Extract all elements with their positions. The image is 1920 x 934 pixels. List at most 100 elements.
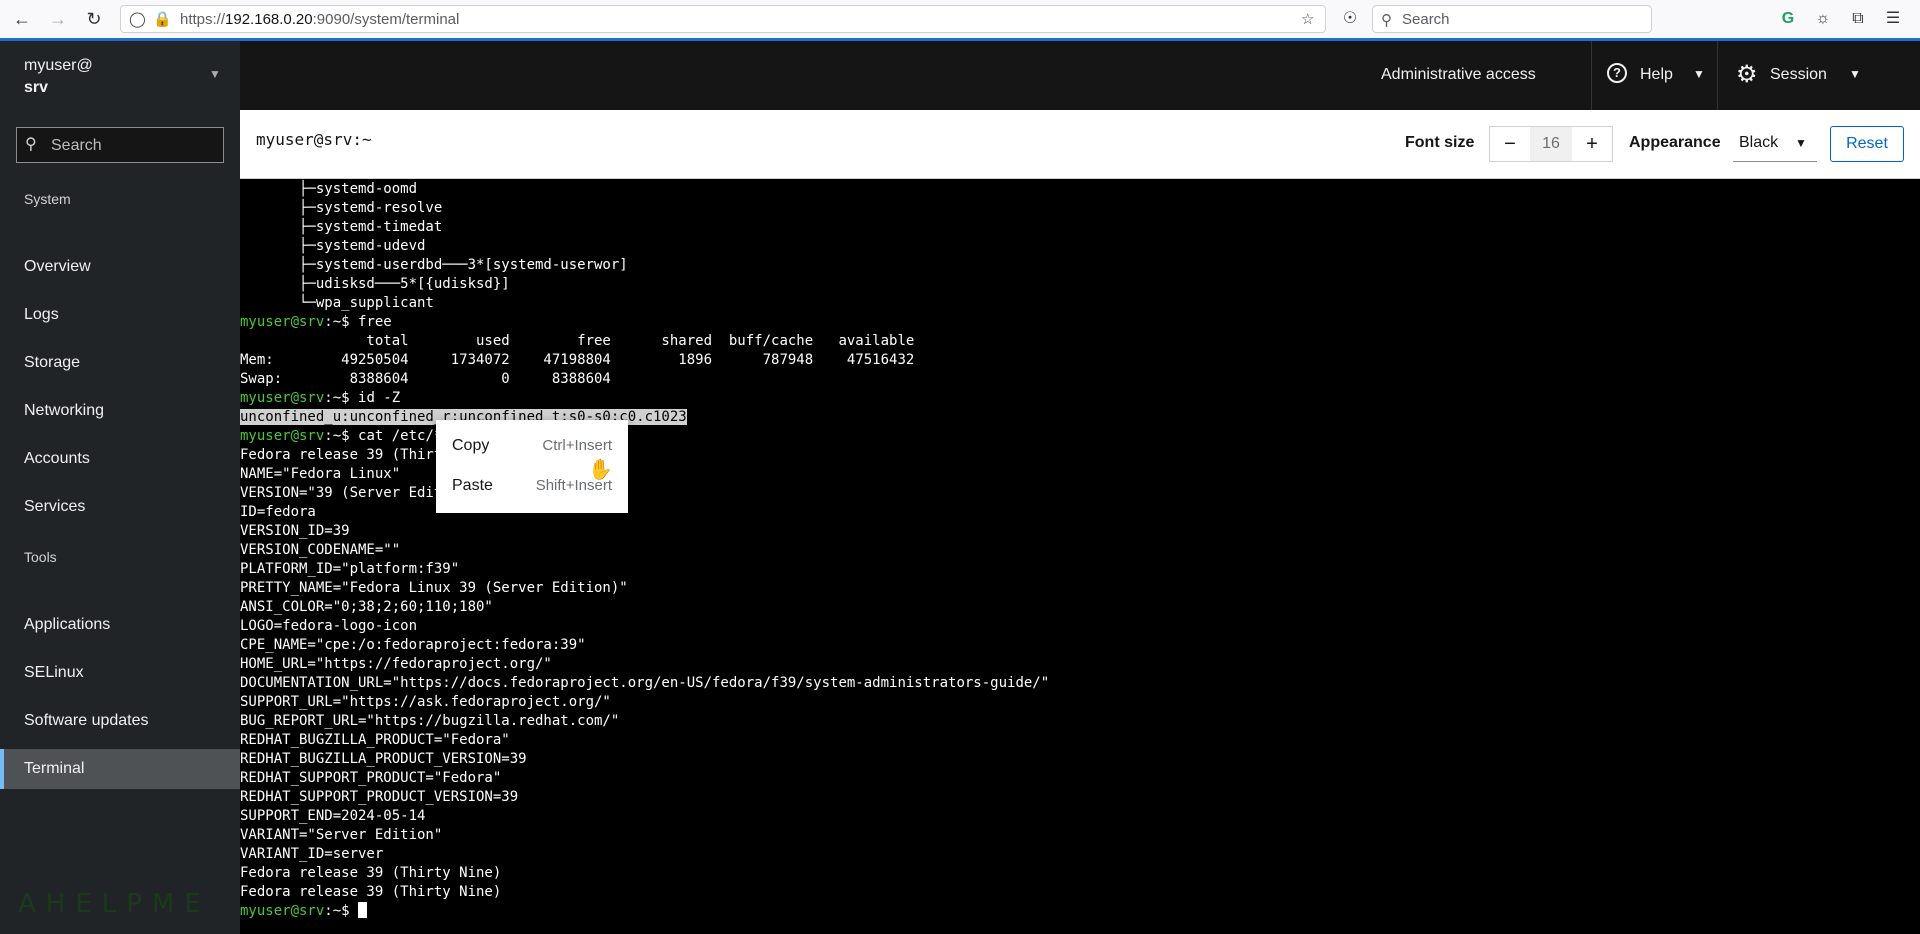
- output-text: Mem: 49250504 1734072 47198804 1896 7879…: [240, 352, 915, 368]
- section-tools: Tools: [24, 549, 57, 565]
- sidebar-item-applications[interactable]: Applications: [0, 605, 240, 645]
- sidebar-item-overview[interactable]: Overview: [0, 247, 240, 287]
- terminal-line: VARIANT="Server Edition": [240, 826, 442, 845]
- administrative-access-button[interactable]: Administrative access: [1381, 66, 1536, 84]
- host-switcher[interactable]: myuser@ srv: [24, 55, 93, 99]
- masthead: Administrative access ? Help ▼ ⚙ Session…: [240, 41, 1920, 110]
- grammarly-icon[interactable]: G: [1778, 9, 1798, 29]
- host-name: srv: [24, 79, 49, 96]
- output-text: Swap: 8388604 0 8388604: [240, 371, 611, 387]
- help-icon: ?: [1607, 63, 1627, 83]
- terminal-line: LOGO=fedora-logo-icon: [240, 617, 417, 636]
- sidebar-item-logs[interactable]: Logs: [0, 295, 240, 335]
- output-text: BUG_REPORT_URL="https://bugzilla.redhat.…: [240, 713, 620, 729]
- extensions-puzzle-icon[interactable]: ⧉: [1848, 9, 1868, 29]
- appearance-select[interactable]: Black ▼: [1733, 126, 1817, 162]
- shield-icon[interactable]: ◯: [129, 10, 146, 28]
- font-increase-button[interactable]: +: [1572, 127, 1612, 161]
- command-text: id -Z: [358, 390, 401, 406]
- output-text: CPE_NAME="cpe:/o:fedoraproject:fedora:39…: [240, 637, 586, 653]
- shell-prompt: myuser@srv: [240, 390, 325, 406]
- reload-icon[interactable]: ↻: [82, 7, 106, 31]
- output-text: SUPPORT_URL="https://ask.fedoraproject.o…: [240, 694, 611, 710]
- terminal-line: SUPPORT_URL="https://ask.fedoraproject.o…: [240, 693, 611, 712]
- output-text: VERSION_ID=39: [240, 523, 350, 539]
- sidebar-item-networking[interactable]: Networking: [0, 391, 240, 431]
- appearance-value: Black: [1739, 134, 1779, 151]
- sidebar: myuser@ srv ▼ ⚲ System Overview Logs Sto…: [0, 41, 240, 934]
- output-text: PLATFORM_ID="platform:f39": [240, 561, 460, 577]
- caret-down-icon: ▼: [1795, 136, 1807, 150]
- terminal-line: Swap: 8388604 0 8388604: [240, 370, 611, 389]
- terminal-line: myuser@srv:~$: [240, 902, 368, 921]
- font-size-stepper: − 16 +: [1489, 126, 1613, 162]
- url-text[interactable]: https://192.168.0.20:9090/system/termina…: [180, 11, 459, 28]
- caret-down-icon[interactable]: ▼: [209, 67, 221, 81]
- search-icon: ⚲: [25, 136, 37, 153]
- help-menu-button[interactable]: ? Help ▼: [1591, 41, 1718, 110]
- sidebar-search[interactable]: ⚲: [16, 127, 224, 163]
- back-icon[interactable]: ←: [10, 7, 34, 31]
- sidebar-item-services[interactable]: Services: [0, 487, 240, 527]
- shell-prompt: myuser@srv: [240, 903, 325, 919]
- terminal-line: ├─systemd-resolve: [240, 199, 442, 218]
- terminal-cursor: [358, 902, 368, 918]
- lock-icon[interactable]: 🔒: [153, 10, 172, 28]
- terminal-line: REDHAT_SUPPORT_PRODUCT="Fedora": [240, 769, 501, 788]
- terminal-line: ID=fedora: [240, 503, 316, 522]
- output-text: LOGO=fedora-logo-icon: [240, 618, 418, 634]
- address-bar[interactable]: ◯ 🔒 https://192.168.0.20:9090/system/ter…: [120, 5, 1326, 33]
- terminal-line: ├─systemd-oomd: [240, 180, 417, 199]
- terminal-line: myuser@srv:~$ id -Z: [240, 389, 400, 408]
- font-size-value[interactable]: 16: [1530, 127, 1572, 161]
- sidebar-item-storage[interactable]: Storage: [0, 343, 240, 383]
- pointer-hand-icon: ✋: [588, 459, 613, 481]
- terminal-line: VERSION_ID=39: [240, 522, 350, 541]
- bookmark-star-icon[interactable]: ☆: [1301, 10, 1314, 28]
- terminal-screen[interactable]: ├─systemd-oomd ├─systemd-resolve ├─syste…: [240, 179, 1920, 934]
- terminal-line: myuser@srv:~$ free: [240, 313, 392, 332]
- browser-search-box[interactable]: ⚲ Search: [1372, 5, 1652, 33]
- forward-icon[interactable]: →: [46, 7, 70, 31]
- sidebar-item-selinux[interactable]: SELinux: [0, 653, 240, 693]
- output-text: ├─udisksd───5*[{udisksd}]: [240, 276, 510, 292]
- terminal-toolbar: myuser@srv:~ Font size − 16 + Appearance…: [240, 110, 1920, 179]
- output-text: HOME_URL="https://fedoraproject.org/": [240, 656, 552, 672]
- sidebar-item-terminal[interactable]: Terminal: [0, 749, 240, 789]
- font-decrease-button[interactable]: −: [1490, 127, 1530, 161]
- output-text: Fedora release 39 (Thirty Nine): [240, 884, 502, 900]
- terminal-line: Mem: 49250504 1734072 47198804 1896 7879…: [240, 351, 914, 370]
- terminal-line: ├─systemd-userdbd───3*[systemd-userwor]: [240, 256, 628, 275]
- paste-label: Paste: [452, 477, 493, 494]
- output-text: └─wpa_supplicant: [240, 295, 434, 311]
- sidebar-search-input[interactable]: [49, 134, 221, 158]
- reset-button[interactable]: Reset: [1830, 126, 1904, 162]
- sidebar-item-accounts[interactable]: Accounts: [0, 439, 240, 479]
- prompt-path: :~$: [324, 903, 359, 919]
- terminal-line: HOME_URL="https://fedoraproject.org/": [240, 655, 552, 674]
- font-size-label: Font size: [1405, 134, 1475, 151]
- output-text: NAME="Fedora Linux": [240, 466, 401, 482]
- output-text: ├─systemd-timedat: [240, 219, 443, 235]
- output-text: PRETTY_NAME="Fedora Linux 39 (Server Edi…: [240, 580, 628, 596]
- pocket-icon[interactable]: ☉: [1340, 9, 1360, 29]
- output-text: ANSI_COLOR="0;38;2;60;110;180": [240, 599, 493, 615]
- terminal-title: myuser@srv:~: [256, 130, 372, 149]
- terminal-line: BUG_REPORT_URL="https://bugzilla.redhat.…: [240, 712, 619, 731]
- terminal-line: ANSI_COLOR="0;38;2;60;110;180": [240, 598, 493, 617]
- output-text: ├─systemd-userdbd───3*[systemd-userwor]: [240, 257, 628, 273]
- output-text: Fedora release 39 (Thirty Nine): [240, 865, 502, 881]
- prompt-path: :~$: [324, 314, 359, 330]
- extension-eye-icon[interactable]: ☼: [1813, 9, 1833, 29]
- session-menu-button[interactable]: ⚙ Session ▼: [1717, 41, 1884, 110]
- terminal-line: └─wpa_supplicant: [240, 294, 434, 313]
- menu-hamburger-icon[interactable]: ☰: [1883, 9, 1903, 29]
- session-label: Session: [1770, 66, 1827, 83]
- sidebar-item-software-updates[interactable]: Software updates: [0, 701, 240, 741]
- prompt-path: :~$: [324, 428, 359, 444]
- output-text: REDHAT_SUPPORT_PRODUCT_VERSION=39: [240, 789, 519, 805]
- output-text: VARIANT_ID=server: [240, 846, 384, 862]
- help-label: Help: [1640, 66, 1673, 83]
- terminal-line: SUPPORT_END=2024-05-14: [240, 807, 425, 826]
- terminal-line: ├─systemd-timedat: [240, 218, 442, 237]
